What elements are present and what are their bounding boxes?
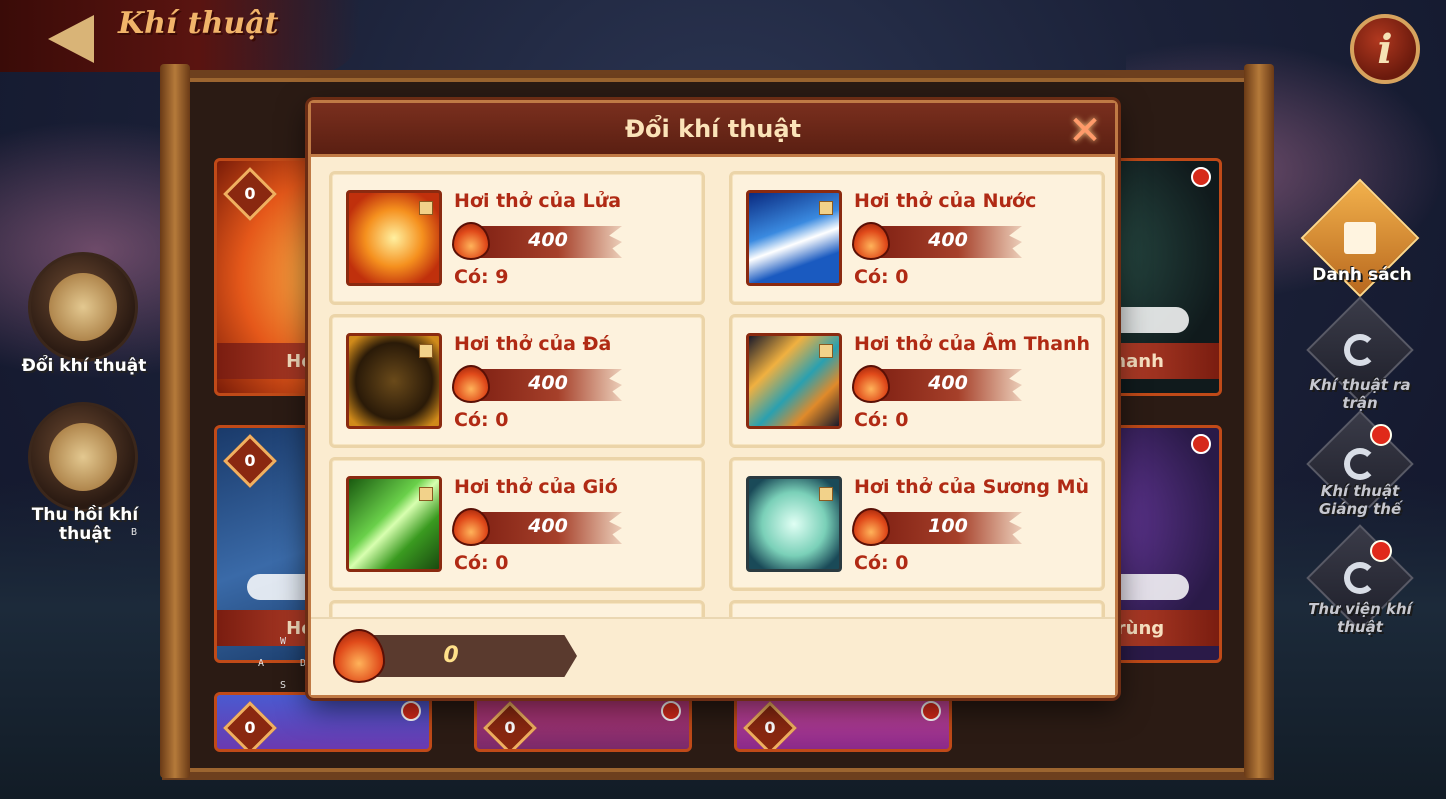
book-icon — [1344, 222, 1376, 254]
exchange-button[interactable] — [28, 252, 138, 362]
library-tab-label: Thư viện khí thuật — [1308, 600, 1412, 636]
flame-currency-icon — [852, 365, 890, 403]
wallet-footer: 0 — [311, 617, 1115, 695]
rank-gem: 0 — [223, 434, 277, 488]
swirl-icon — [1344, 562, 1376, 594]
swirl-icon — [1344, 448, 1376, 480]
descend-tab-label: Khí thuật Giáng thế — [1318, 482, 1402, 518]
owned-count: Có: 9 — [454, 266, 509, 288]
item-name: Hơi thở của Sương Mù — [854, 476, 1090, 498]
modal-title: Đổi khí thuật — [624, 115, 802, 143]
exchange-item[interactable]: Hơi thở của Âm Thanh 400 Có: 0 — [729, 314, 1105, 448]
key-s: S — [280, 680, 287, 691]
owned-count: Có: 0 — [854, 409, 909, 431]
exchange-item[interactable]: Hơi thở của Gió 400 Có: 0 — [329, 457, 705, 591]
puzzle-icon — [819, 487, 833, 501]
flame-currency-icon — [452, 222, 490, 260]
item-cost: 100 — [928, 515, 968, 537]
rank-gem: 0 — [223, 701, 277, 749]
fire-breath-icon — [346, 190, 442, 286]
exchange-item[interactable]: Hơi thở của Sương Mù 100 Có: 0 — [729, 457, 1105, 591]
key-w: W — [280, 636, 287, 647]
sound-breath-icon — [746, 333, 842, 429]
item-name: Hơi thở của Gió — [454, 476, 618, 498]
close-icon: ✕ — [1068, 108, 1102, 154]
puzzle-icon — [819, 344, 833, 358]
hotkey-hint: B — [131, 527, 138, 538]
puzzle-icon — [419, 487, 433, 501]
item-cost: 400 — [928, 229, 968, 251]
background-card[interactable]: 0 — [214, 692, 432, 752]
notification-dot — [1191, 167, 1211, 187]
info-button[interactable]: i — [1350, 14, 1420, 84]
page-title: Khí thuật — [118, 6, 279, 41]
background-card[interactable]: 0 — [734, 692, 952, 752]
back-button[interactable] — [34, 14, 108, 64]
item-name: Hơi thở của Âm Thanh — [854, 333, 1091, 355]
item-cost: 400 — [528, 372, 568, 394]
stone-breath-icon — [346, 333, 442, 429]
scroll-pole-right — [1244, 64, 1274, 778]
swirl-icon — [1344, 334, 1376, 366]
key-d: D — [300, 658, 307, 669]
recall-label: Thu hồi khí thuật — [31, 505, 139, 544]
item-cost: 400 — [528, 515, 568, 537]
background-card[interactable]: 0 — [474, 692, 692, 752]
notification-dot — [921, 701, 941, 721]
exchange-item[interactable]: Hơi thở của Đá 400 Có: 0 — [329, 314, 705, 448]
notification-dot — [401, 701, 421, 721]
key-a: A — [258, 658, 265, 669]
exchange-item[interactable]: Hơi thở của Nước 400 Có: 0 — [729, 171, 1105, 305]
flame-currency-icon — [452, 508, 490, 546]
notification-dot — [1370, 424, 1392, 446]
mist-breath-icon — [746, 476, 842, 572]
close-button[interactable]: ✕ — [1065, 111, 1105, 151]
owned-count: Có: 0 — [454, 552, 509, 574]
exchange-list[interactable]: Hơi thở của Lửa 400 Có: 9 Hơi thở của Nư… — [329, 171, 1105, 623]
exchange-label: Đổi khí thuật — [21, 356, 147, 376]
notification-dot — [1370, 540, 1392, 562]
owned-count: Có: 0 — [854, 552, 909, 574]
item-name: Hơi thở của Đá — [454, 333, 612, 355]
water-breath-icon — [746, 190, 842, 286]
list-tab-label: Danh sách — [1312, 265, 1412, 285]
item-name: Hơi thở của Lửa — [454, 190, 622, 212]
item-cost: 400 — [528, 229, 568, 251]
exchange-item[interactable]: Hơi thở của Lửa 400 Có: 9 — [329, 171, 705, 305]
puzzle-icon — [419, 201, 433, 215]
owned-count: Có: 0 — [854, 266, 909, 288]
wind-swirl-icon — [49, 423, 117, 491]
wind-breath-icon — [346, 476, 442, 572]
rank-gem: 0 — [483, 701, 537, 749]
rank-gem: 0 — [743, 701, 797, 749]
scroll-icon — [49, 273, 117, 341]
modal-header: Đổi khí thuật ✕ — [311, 103, 1115, 157]
exchange-modal: Đổi khí thuật ✕ Hơi thở của Lửa 400 Có: … — [308, 100, 1118, 698]
flame-currency-icon — [852, 222, 890, 260]
scroll-pole-left — [160, 64, 190, 778]
flame-currency-icon — [852, 508, 890, 546]
battle-tab-label: Khí thuật ra trận — [1309, 376, 1411, 412]
wallet-amount: 0 — [443, 643, 459, 668]
owned-count: Có: 0 — [454, 409, 509, 431]
puzzle-icon — [819, 201, 833, 215]
recall-button[interactable] — [28, 402, 138, 512]
flame-currency-icon — [452, 365, 490, 403]
puzzle-icon — [419, 344, 433, 358]
back-arrow-icon — [48, 15, 94, 63]
item-cost: 400 — [928, 372, 968, 394]
notification-dot — [1191, 434, 1211, 454]
item-name: Hơi thở của Nước — [854, 190, 1037, 212]
rank-gem: 0 — [223, 167, 277, 221]
notification-dot — [661, 701, 681, 721]
